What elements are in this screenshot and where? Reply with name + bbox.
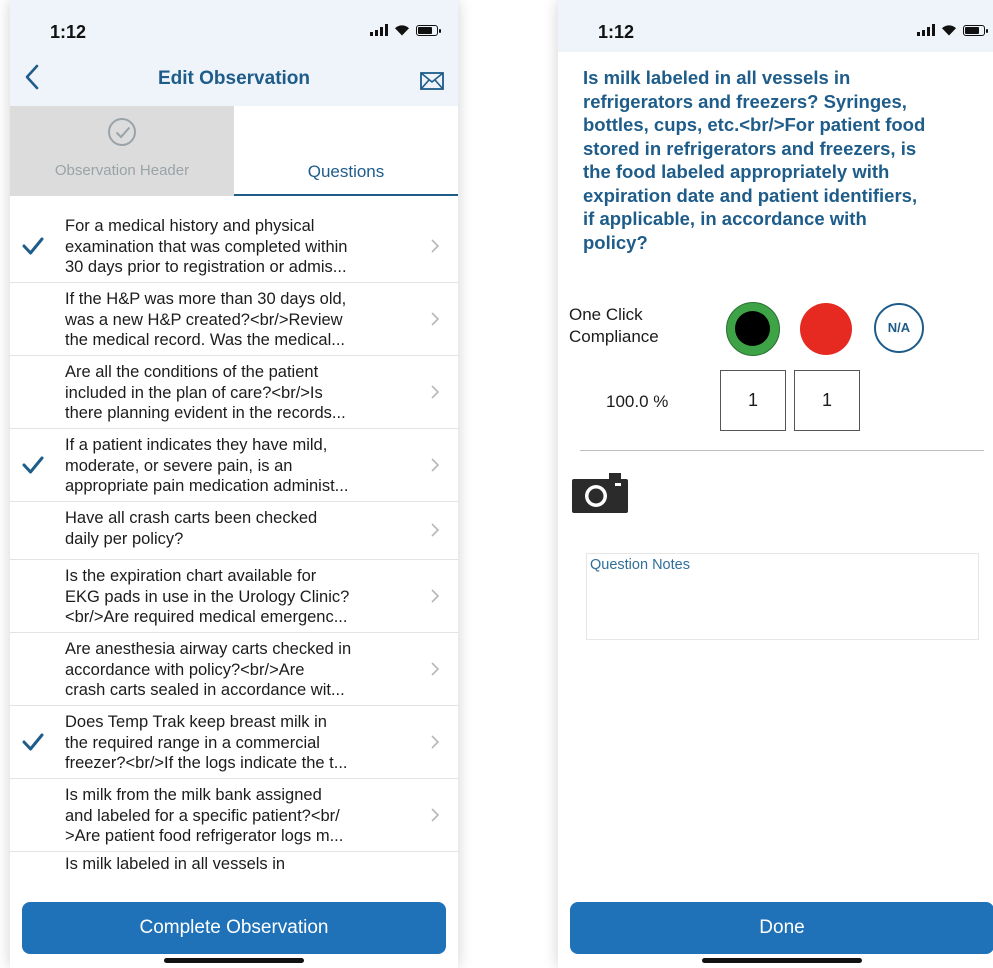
tab-observation-header-label: Observation Header [54,162,190,179]
list-item[interactable]: Is the expiration chart available for EK… [10,560,458,633]
status-bar: 1:12 [558,0,993,52]
question-list: For a medical history and physical exami… [10,210,458,872]
list-item[interactable]: Does Temp Trak keep breast milk in the r… [10,706,458,779]
chevron-right-icon [431,239,440,253]
chevron-right-icon [431,808,440,822]
one-click-compliance-label: One Click Compliance [569,305,659,346]
tab-questions[interactable]: Questions [234,106,458,196]
question-text: Is milk labeled in all vessels in [65,855,286,872]
question-notes-placeholder: Question Notes [590,557,690,573]
list-item[interactable]: Have all crash carts been checked daily … [10,502,458,560]
compliant-button[interactable] [726,302,780,356]
tab-bar: Observation Header Questions [10,106,458,196]
wifi-icon [395,25,409,36]
status-icons [917,24,988,36]
question-title: Is milk labeled in all vessels in refrig… [583,67,926,253]
battery-icon [416,25,441,36]
question-text: If a patient indicates they have mild, m… [65,436,349,495]
tab-observation-header[interactable]: Observation Header [10,106,234,196]
question-text: Does Temp Trak keep breast milk in the r… [65,713,348,772]
question-text: Is milk from the milk bank assigned and … [65,786,344,845]
check-circle-icon [108,118,136,146]
checkmark-icon [22,456,44,474]
wifi-icon [942,25,956,36]
question-text: Are anesthesia airway carts checked in a… [65,640,352,699]
signal-icon [917,24,935,36]
page-title: Edit Observation [157,68,311,89]
question-text: For a medical history and physical exami… [65,217,348,276]
noncompliant-button[interactable] [800,303,852,355]
list-item[interactable]: Is milk from the milk bank assigned and … [10,779,458,852]
divider [580,450,984,451]
list-item[interactable]: Are all the conditions of the patient in… [10,356,458,429]
list-item[interactable]: If a patient indicates they have mild, m… [10,429,458,502]
mail-button[interactable] [420,72,444,90]
list-item[interactable]: For a medical history and physical exami… [10,210,458,283]
denominator-field[interactable]: 1 [794,370,860,431]
checkmark-icon [22,733,44,751]
edit-observation-screen: 1:12 Edit Observation Observation Header… [10,0,458,968]
complete-observation-button[interactable]: Complete Observation [22,902,446,954]
compliance-percent: 100.0 % [606,392,669,411]
chevron-right-icon [431,523,440,537]
question-text: Are all the conditions of the patient in… [65,363,346,422]
done-button[interactable]: Done [570,902,993,954]
question-text: Have all crash carts been checked daily … [65,509,318,548]
chevron-right-icon [431,662,440,676]
chevron-right-icon [431,385,440,399]
status-time: 1:12 [598,22,635,42]
question-notes-field[interactable]: Question Notes [586,553,979,640]
chevron-right-icon [431,458,440,472]
home-indicator [702,958,862,963]
chevron-right-icon [431,312,440,326]
signal-icon [370,24,388,36]
list-item[interactable]: Is milk labeled in all vessels in [10,852,458,872]
mail-icon [420,72,444,90]
camera-button[interactable] [571,472,629,514]
nav-bar: Edit Observation [10,52,458,106]
na-button[interactable]: N/A [874,303,924,353]
chevron-right-icon [431,589,440,603]
checkmark-icon [22,237,44,255]
tab-questions-label: Questions [307,162,385,181]
list-item[interactable]: Are anesthesia airway carts checked in a… [10,633,458,706]
home-indicator [164,958,304,963]
camera-icon [572,473,628,513]
status-icons [370,24,441,36]
question-detail-screen: 1:12 Is milk labeled in all vessels in r… [558,0,993,968]
numerator-field[interactable]: 1 [720,370,786,431]
status-time: 1:12 [50,22,87,42]
question-text: If the H&P was more than 30 days old, wa… [65,290,347,349]
list-item[interactable]: If the H&P was more than 30 days old, wa… [10,283,458,356]
question-text: Is the expiration chart available for EK… [65,567,350,626]
chevron-right-icon [431,735,440,749]
battery-icon [963,25,988,36]
